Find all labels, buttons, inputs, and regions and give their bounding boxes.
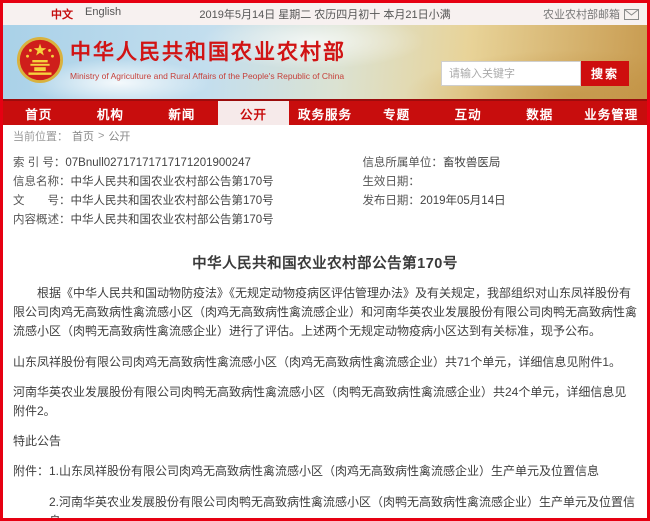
article-paragraph: 山东凤祥股份有限公司肉鸡无高致病性禽流感小区（肉鸡无高致病性禽流感企业）共71个… xyxy=(13,353,637,372)
ministry-titles: 中华人民共和国农业农村部 Ministry of Agriculture and… xyxy=(70,36,346,81)
meta-value: 畜牧兽医局 xyxy=(443,157,501,169)
breadcrumb: 当前位置： 首页 > 公开 xyxy=(3,125,647,146)
top-utility-bar: 中文 English 2019年5月14日 星期二 农历四月初十 本月21日小满… xyxy=(3,3,647,25)
nav-item-data[interactable]: 数据 xyxy=(504,101,576,125)
announcement-article: 中华人民共和国农业农村部公告第170号 根据《中华人民共和国动物防疫法》《无规定… xyxy=(3,236,647,521)
meta-value: 中华人民共和国农业农村部公告第170号 xyxy=(71,214,274,226)
meta-label: 生效日期： xyxy=(362,176,420,188)
main-nav: 首页 机构 新闻 公开 政务服务 专题 互动 数据 业务管理 xyxy=(3,99,647,125)
ministry-name-en: Ministry of Agriculture and Rural Affair… xyxy=(70,71,346,81)
article-attachment-line-1: 附件：1.山东凤祥股份有限公司肉鸡无高致病性禽流感小区（肉鸡无高致病性禽流感企业… xyxy=(13,462,637,481)
meta-value: 2019年05月14日 xyxy=(420,195,506,207)
nav-item-disclosure[interactable]: 公开 xyxy=(218,101,290,125)
breadcrumb-label: 当前位置： xyxy=(13,128,68,144)
article-paragraph: 根据《中华人民共和国动物防疫法》《无规定动物疫病区评估管理办法》及有关规定，我部… xyxy=(13,284,637,342)
nav-item-topics[interactable]: 专题 xyxy=(361,101,433,125)
article-paragraph: 特此公告 xyxy=(13,432,637,451)
breadcrumb-current[interactable]: 公开 xyxy=(108,128,130,144)
lang-chinese-link[interactable]: 中文 xyxy=(51,6,73,22)
meta-row-doc-no: 文 号：中华人民共和国农业农村部公告第170号 xyxy=(13,192,362,211)
meta-value: 07Bnull02717171717171201900247 xyxy=(65,157,250,169)
lang-english-link[interactable]: English xyxy=(85,6,121,22)
article-paragraph: 河南华英农业发展股份有限公司肉鸭无高致病性禽流感小区（肉鸭无高致病性禽流感企业）… xyxy=(13,383,637,421)
meta-label: 文 号： xyxy=(13,195,71,207)
national-emblem-logo xyxy=(16,36,64,84)
nav-item-interaction[interactable]: 互动 xyxy=(432,101,504,125)
meta-row-issuing-unit: 信息所属单位：畜牧兽医局 xyxy=(362,154,637,173)
meta-label: 索 引 号： xyxy=(13,157,65,169)
date-lunar-info: 2019年5月14日 星期二 农历四月初十 本月21日小满 xyxy=(181,6,469,22)
breadcrumb-separator: > xyxy=(98,130,104,142)
search-button[interactable]: 搜索 xyxy=(581,61,629,86)
meta-row-index-no: 索 引 号：07Bnull02717171717171201900247 xyxy=(13,154,362,173)
breadcrumb-home[interactable]: 首页 xyxy=(72,128,94,144)
meta-label: 信息所属单位： xyxy=(362,157,443,169)
meta-label: 发布日期： xyxy=(362,195,420,207)
meta-row-effective-date: 生效日期： xyxy=(362,173,637,192)
article-title: 中华人民共和国农业农村部公告第170号 xyxy=(13,252,637,273)
mailbox-label: 农业农村部邮箱 xyxy=(543,6,620,22)
language-switcher: 中文 English xyxy=(11,6,181,22)
article-attachment-line-2: 2.河南华英农业发展股份有限公司肉鸭无高致病性禽流感小区（肉鸭无高致病性禽流感企… xyxy=(13,493,637,521)
nav-item-business-mgmt[interactable]: 业务管理 xyxy=(576,101,648,125)
envelope-icon xyxy=(624,9,639,20)
site-search: 搜索 xyxy=(441,61,629,86)
ministry-name-cn: 中华人民共和国农业农村部 xyxy=(70,36,346,66)
meta-row-info-name: 信息名称：中华人民共和国农业农村部公告第170号 xyxy=(13,173,362,192)
nav-item-gov-services[interactable]: 政务服务 xyxy=(289,101,361,125)
meta-value: 中华人民共和国农业农村部公告第170号 xyxy=(71,195,274,207)
meta-row-publish-date: 发布日期：2019年05月14日 xyxy=(362,192,637,211)
search-input[interactable] xyxy=(441,61,581,86)
meta-right-column: 信息所属单位：畜牧兽医局 生效日期： 发布日期：2019年05月14日 xyxy=(362,154,637,230)
meta-left-column: 索 引 号：07Bnull02717171717171201900247 信息名… xyxy=(13,154,362,230)
mailbox-link[interactable]: 农业农村部邮箱 xyxy=(469,6,639,22)
meta-row-summary: 内容概述：中华人民共和国农业农村部公告第170号 xyxy=(13,211,362,230)
nav-item-news[interactable]: 新闻 xyxy=(146,101,218,125)
meta-value: 中华人民共和国农业农村部公告第170号 xyxy=(71,176,274,188)
nav-item-organization[interactable]: 机构 xyxy=(75,101,147,125)
nav-item-home[interactable]: 首页 xyxy=(3,101,75,125)
meta-label: 信息名称： xyxy=(13,176,71,188)
header-banner: 中华人民共和国农业农村部 Ministry of Agriculture and… xyxy=(3,25,647,99)
meta-label: 内容概述： xyxy=(13,214,71,226)
document-meta: 索 引 号：07Bnull02717171717171201900247 信息名… xyxy=(3,146,647,236)
page: 中文 English 2019年5月14日 星期二 农历四月初十 本月21日小满… xyxy=(0,0,650,521)
